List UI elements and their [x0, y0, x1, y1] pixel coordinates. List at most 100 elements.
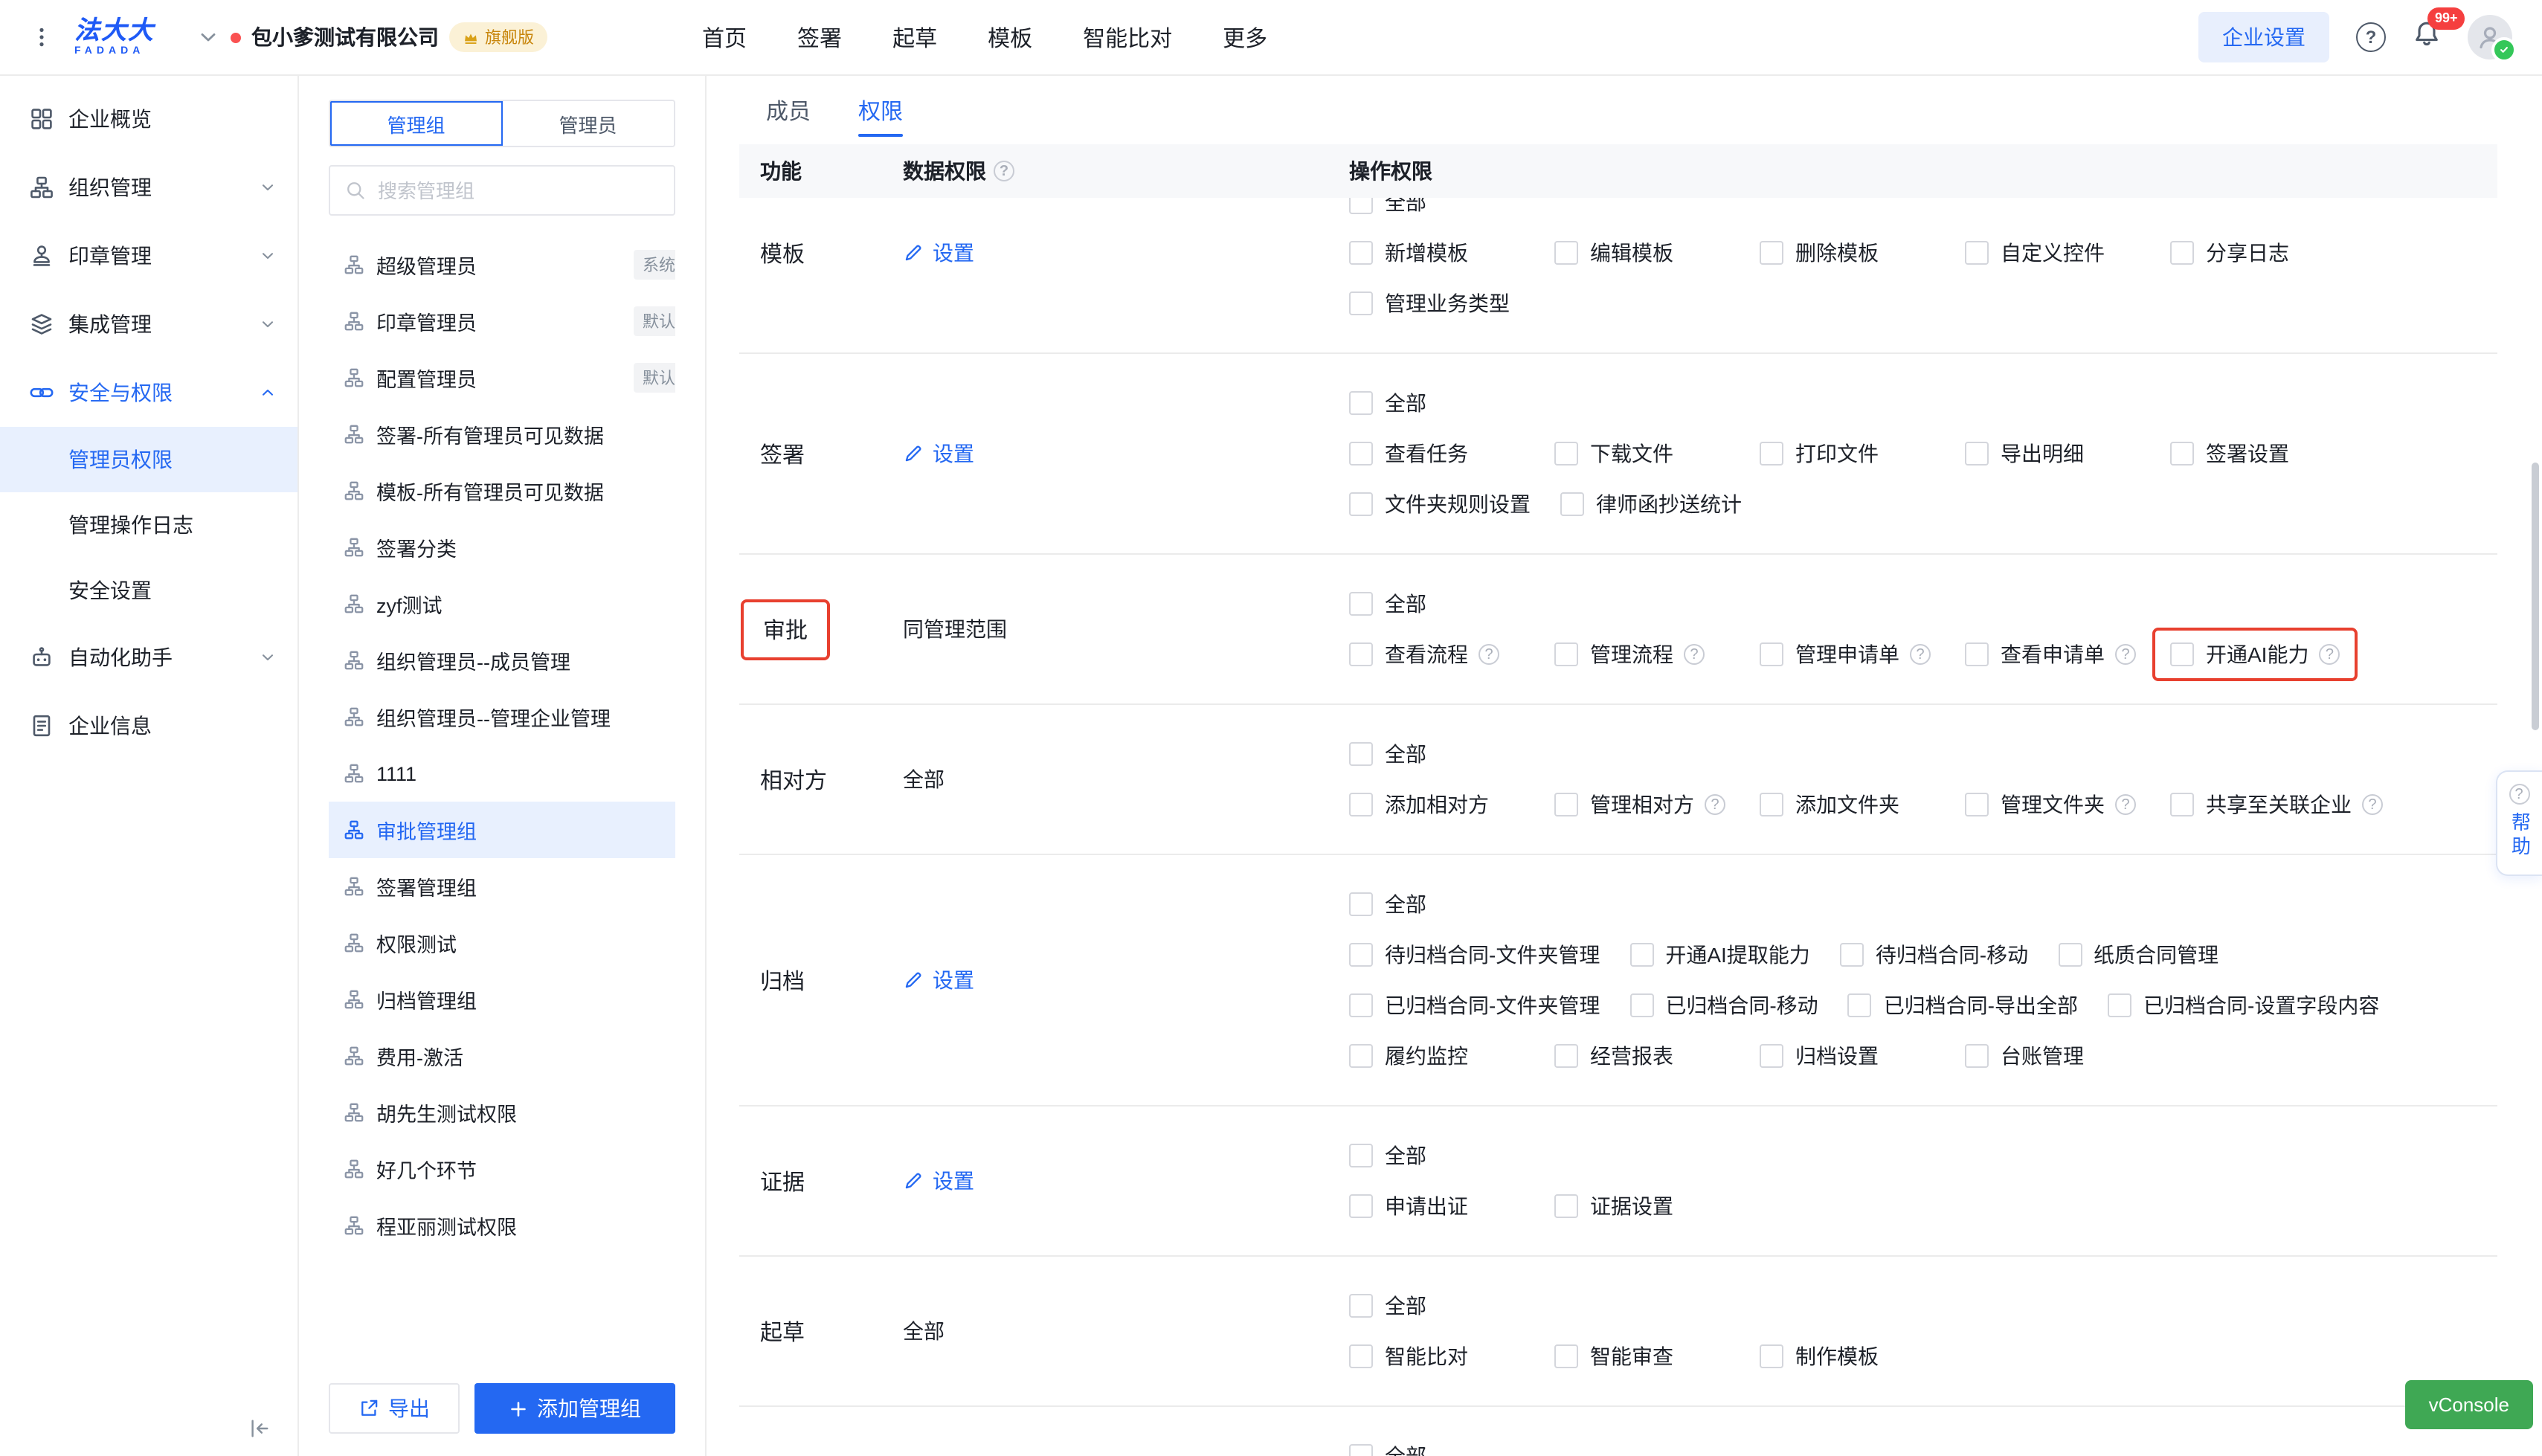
group-search-input[interactable]	[375, 178, 659, 203]
checkbox[interactable]	[1965, 793, 1989, 816]
topnav-item[interactable]: 模板	[988, 22, 1032, 53]
checkbox[interactable]	[1349, 742, 1373, 766]
permission-checkbox-item[interactable]: 管理相对方?	[1554, 790, 1730, 819]
checkbox[interactable]	[1349, 993, 1373, 1017]
data-permission-set-link[interactable]: 设置	[903, 965, 974, 995]
permission-checkbox-item[interactable]: 管理申请单?	[1760, 640, 1935, 669]
checkbox[interactable]	[1760, 442, 1783, 466]
checkbox[interactable]	[1554, 241, 1578, 265]
checkbox[interactable]	[1349, 1194, 1373, 1218]
checkbox[interactable]	[1760, 793, 1783, 816]
permission-checkbox-item[interactable]: 管理流程?	[1554, 640, 1730, 669]
group-list-item[interactable]: 签署分类	[329, 519, 675, 576]
sidebar-subitem[interactable]: 安全设置	[0, 558, 297, 623]
group-list-item[interactable]: 组织管理员--管理企业管理	[329, 689, 675, 745]
permission-checkbox-item[interactable]: 智能审查	[1554, 1341, 1730, 1371]
checkbox[interactable]	[1554, 793, 1578, 816]
checkbox[interactable]	[1349, 391, 1373, 415]
permission-checkbox-item[interactable]: 经营报表	[1554, 1041, 1730, 1071]
checkbox[interactable]	[1349, 592, 1373, 616]
checkbox[interactable]	[1349, 642, 1373, 666]
permission-checkbox-item[interactable]: 台账管理	[1965, 1041, 2140, 1071]
permission-checkbox-item[interactable]: 归档设置	[1760, 1041, 1935, 1071]
permission-checkbox-item[interactable]: 开通AI能力?	[2152, 628, 2358, 681]
permission-checkbox-item[interactable]: 打印文件	[1760, 439, 1935, 468]
permission-checkbox-item[interactable]: 管理文件夹?	[1965, 790, 2140, 819]
permission-checkbox-item[interactable]: 自定义控件	[1965, 238, 2140, 268]
permission-checkbox-item[interactable]: 履约监控	[1349, 1041, 1525, 1071]
group-list-item[interactable]: 归档管理组	[329, 971, 675, 1028]
permission-checkbox-item[interactable]: 纸质合同管理	[2058, 940, 2233, 970]
permission-checkbox-item[interactable]: 新增模板	[1349, 238, 1525, 268]
checkbox[interactable]	[1760, 1344, 1783, 1368]
group-list-item[interactable]: 权限测试	[329, 915, 675, 971]
checkbox[interactable]	[1349, 291, 1373, 315]
topnav-item[interactable]: 更多	[1223, 22, 1267, 53]
help-widget[interactable]: ? 帮助	[2496, 770, 2542, 876]
help-icon[interactable]: ?	[1705, 794, 1725, 815]
checkbox[interactable]	[1760, 241, 1783, 265]
sidebar-item[interactable]: 印章管理	[0, 222, 297, 290]
checkbox[interactable]	[2170, 642, 2194, 666]
group-list-item[interactable]: zyf测试	[329, 576, 675, 632]
add-group-button[interactable]: 添加管理组	[474, 1383, 675, 1434]
checkbox[interactable]	[1349, 1344, 1373, 1368]
group-list-item[interactable]: 印章管理员默认	[329, 293, 675, 349]
checkbox[interactable]	[1760, 642, 1783, 666]
checkbox[interactable]	[1349, 492, 1373, 516]
permission-checkbox-item[interactable]: 文件夹规则设置	[1349, 489, 1531, 519]
data-permission-set-link[interactable]: 设置	[903, 238, 974, 268]
checkbox[interactable]	[1349, 1144, 1373, 1167]
checkbox[interactable]	[1965, 1044, 1989, 1068]
checkbox[interactable]	[1965, 241, 1989, 265]
permission-checkbox-item[interactable]: 申请出证	[1349, 1191, 1525, 1221]
vconsole-button[interactable]: vConsole	[2405, 1380, 2533, 1429]
checkbox[interactable]	[2170, 442, 2194, 466]
group-list-item[interactable]: 签署管理组	[329, 858, 675, 915]
group-list-item[interactable]: 模板-所有管理员可见数据	[329, 463, 675, 519]
permission-checkbox-item[interactable]: 已归档合同-导出全部	[1848, 990, 2078, 1020]
group-list-item[interactable]: 胡先生测试权限	[329, 1084, 675, 1141]
avatar[interactable]	[2468, 15, 2512, 59]
checkbox[interactable]	[1349, 793, 1373, 816]
help-icon[interactable]: ?	[2356, 22, 2386, 52]
data-permission-set-link[interactable]: 设置	[903, 439, 974, 468]
enterprise-settings-button[interactable]: 企业设置	[2198, 12, 2329, 62]
help-icon[interactable]: ?	[1478, 644, 1499, 665]
company-switcher[interactable]: 包小爹测试有限公司 旗舰版	[196, 22, 547, 52]
help-icon[interactable]: ?	[2115, 644, 2136, 665]
checkbox[interactable]	[1349, 1044, 1373, 1068]
data-permission-set-link[interactable]: 设置	[903, 1166, 974, 1196]
permission-checkbox-item[interactable]: 已归档合同-设置字段内容	[2108, 990, 2379, 1020]
help-icon[interactable]: ?	[2319, 644, 2340, 665]
sidebar-subitem[interactable]: 管理员权限	[0, 427, 297, 492]
permission-checkbox-item[interactable]: 全部	[1349, 739, 1525, 769]
checkbox[interactable]	[1760, 1044, 1783, 1068]
group-list-item[interactable]: 好几个环节	[329, 1141, 675, 1197]
main-tab[interactable]: 成员	[766, 76, 811, 144]
topnav-item[interactable]: 智能比对	[1083, 22, 1172, 53]
help-icon[interactable]: ?	[1910, 644, 1931, 665]
triangle-right-icon[interactable]	[329, 314, 333, 329]
permission-checkbox-item[interactable]: 已归档合同-移动	[1629, 990, 1818, 1020]
checkbox[interactable]	[1554, 642, 1578, 666]
checkbox[interactable]	[1554, 1194, 1578, 1218]
sidebar-item[interactable]: 自动化助手	[0, 623, 297, 692]
permission-checkbox-item[interactable]: 全部	[1349, 1291, 1525, 1321]
permission-checkbox-item[interactable]: 添加相对方	[1349, 790, 1525, 819]
checkbox[interactable]	[1349, 241, 1373, 265]
group-list-item[interactable]: 配置管理员默认	[329, 349, 675, 406]
group-list-item[interactable]: 程亚丽测试权限	[329, 1197, 675, 1254]
checkbox[interactable]	[1349, 892, 1373, 916]
permission-checkbox-item[interactable]: 待归档合同-移动	[1840, 940, 2028, 970]
checkbox[interactable]	[2170, 793, 2194, 816]
permission-checkbox-item[interactable]: 全部	[1349, 1441, 1525, 1456]
permission-checkbox-item[interactable]: 智能比对	[1349, 1341, 1525, 1371]
help-icon[interactable]: ?	[1684, 644, 1705, 665]
group-panel-tab[interactable]: 管理员	[502, 101, 674, 146]
help-icon[interactable]: ?	[2362, 794, 2383, 815]
sidebar-item[interactable]: 组织管理	[0, 153, 297, 222]
collapse-sidebar-icon[interactable]	[248, 1417, 271, 1440]
fadada-logo[interactable]: 法大大 FADADA	[74, 18, 155, 57]
permission-checkbox-item[interactable]: 添加文件夹	[1760, 790, 1935, 819]
